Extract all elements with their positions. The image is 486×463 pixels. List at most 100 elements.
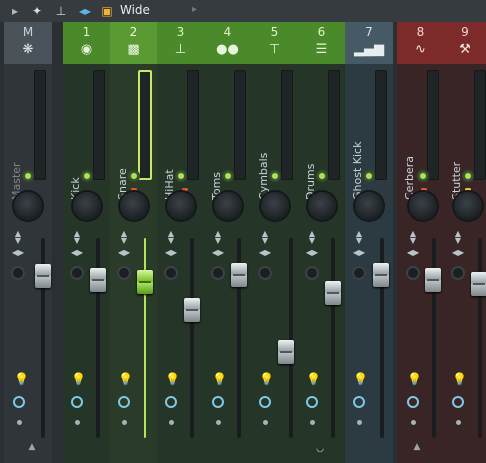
stereo-knob[interactable] [211,266,225,280]
left-right-arrows-icon[interactable]: ◀▶ [163,248,179,257]
enable-led[interactable] [363,170,375,182]
up-down-arrows-icon[interactable]: ▲ ▼ [259,230,271,245]
stereo-knob[interactable] [117,266,131,280]
clock-icon[interactable] [452,396,464,408]
volume-fader[interactable] [231,263,247,287]
up-down-arrows-icon[interactable]: ▲ ▼ [306,230,318,245]
clock-icon[interactable] [407,396,419,408]
stereo-knob[interactable] [352,266,366,280]
mixer-strip-cymbals[interactable]: 5 ⊤ Cymbals ▲ ▼ ◀▶ 💡 [251,22,298,463]
up-down-arrows-icon[interactable]: ▲ ▼ [71,230,83,245]
up-down-arrows-icon[interactable]: ▲ ▼ [407,230,419,245]
enable-led[interactable] [316,170,328,182]
volume-fader[interactable] [137,270,153,294]
clock-icon[interactable] [306,396,318,408]
left-right-arrows-icon[interactable]: ◀▶ [10,248,26,257]
lamp-icon[interactable]: 💡 [306,372,321,386]
lamp-icon[interactable]: 💡 [407,372,422,386]
up-down-arrows-icon[interactable]: ▲ ▼ [165,230,177,245]
caret-up-icon[interactable]: ▲ [411,442,423,452]
volume-fader[interactable] [325,281,341,305]
route-dot[interactable] [357,420,362,425]
layout-mode-label[interactable]: Wide [120,3,150,17]
lamp-icon[interactable]: 💡 [165,372,180,386]
route-arc-icon[interactable]: ◡ [314,444,326,454]
pan-knob[interactable] [73,192,101,220]
pan-knob[interactable] [454,192,482,220]
left-right-arrows-icon[interactable]: ◀▶ [304,248,320,257]
stereo-knob[interactable] [305,266,319,280]
route-dot[interactable] [411,420,416,425]
mirror-icon[interactable]: ◂▸ [76,2,94,20]
route-dot[interactable] [456,420,461,425]
mixer-strip-kick[interactable]: 1 ◉ Kick ▲ ▼ ◀▶ 💡 [63,22,110,463]
volume-fader[interactable] [35,264,51,288]
up-down-arrows-icon[interactable]: ▲ ▼ [118,230,130,245]
pan-knob[interactable] [308,192,336,220]
pan-knob[interactable] [409,192,437,220]
up-down-arrows-icon[interactable]: ▲ ▼ [12,230,24,245]
enable-led[interactable] [175,170,187,182]
up-down-arrows-icon[interactable]: ▲ ▼ [353,230,365,245]
volume-fader[interactable] [425,268,441,292]
lamp-icon[interactable]: 💡 [212,372,227,386]
pan-knob[interactable] [14,192,42,220]
volume-fader[interactable] [278,340,294,364]
enable-led[interactable] [128,170,140,182]
bird-icon[interactable]: ✦ [28,2,46,20]
route-dot[interactable] [263,420,268,425]
left-right-arrows-icon[interactable]: ◀▶ [116,248,132,257]
enable-led[interactable] [462,170,474,182]
lamp-icon[interactable]: 💡 [14,372,29,386]
route-dot[interactable] [216,420,221,425]
mixer-strip-toms[interactable]: 4 ●● Toms ▲ ▼ ◀▶ 💡 [204,22,251,463]
lamp-icon[interactable]: 💡 [259,372,274,386]
route-dot[interactable] [169,420,174,425]
clock-icon[interactable] [259,396,271,408]
lamp-icon[interactable]: 💡 [452,372,467,386]
window-icon[interactable]: ▣ [98,2,116,20]
stereo-knob[interactable] [406,266,420,280]
stereo-knob[interactable] [451,266,465,280]
lamp-icon[interactable]: 💡 [118,372,133,386]
stereo-knob[interactable] [70,266,84,280]
volume-fader[interactable] [184,298,200,322]
lamp-icon[interactable]: 💡 [353,372,368,386]
left-right-arrows-icon[interactable]: ◀▶ [69,248,85,257]
lamp-icon[interactable]: 💡 [71,372,86,386]
stereo-knob[interactable] [258,266,272,280]
pan-knob[interactable] [167,192,195,220]
left-right-arrows-icon[interactable]: ◀▶ [351,248,367,257]
left-right-arrows-icon[interactable]: ◀▶ [405,248,421,257]
enable-led[interactable] [269,170,281,182]
volume-fader[interactable] [90,268,106,292]
pan-knob[interactable] [120,192,148,220]
left-right-arrows-icon[interactable]: ◀▶ [257,248,273,257]
up-down-arrows-icon[interactable]: ▲ ▼ [212,230,224,245]
left-right-arrows-icon[interactable]: ◀▶ [210,248,226,257]
pan-knob[interactable] [214,192,242,220]
enable-led[interactable] [222,170,234,182]
clock-icon[interactable] [118,396,130,408]
pan-knob[interactable] [261,192,289,220]
caret-up-icon[interactable]: ▲ [26,442,38,452]
up-down-arrows-icon[interactable]: ▲ ▼ [452,230,464,245]
volume-fader[interactable] [471,272,486,296]
pan-knob[interactable] [355,192,383,220]
enable-led[interactable] [81,170,93,182]
mixer-strip-stutter[interactable]: 9 ⚒ Stutter ▲ ▼ ◀▶ 💡 [444,22,486,463]
clock-icon[interactable] [212,396,224,408]
route-dot[interactable] [310,420,315,425]
route-dot[interactable] [122,420,127,425]
mixer-strip-snare[interactable]: 2 ▩ Snare ▲ ▼ ◀▶ 💡 [110,22,157,463]
clock-icon[interactable] [165,396,177,408]
mixer-strip-cerbera[interactable]: 8 ∿ Cerbera ▲ ▼ ◀▶ 💡 ▲ [397,22,444,463]
stereo-knob[interactable] [164,266,178,280]
volume-fader[interactable] [373,263,389,287]
mixer-strip-hihat[interactable]: 3 ⊥ HiHat ▲ ▼ ◀▶ 💡 [157,22,204,463]
left-right-arrows-icon[interactable]: ◀▶ [450,248,466,257]
route-dot[interactable] [75,420,80,425]
route-dot[interactable] [17,420,22,425]
play-arrow-icon[interactable]: ▸ [6,2,24,20]
mixer-strip-drums[interactable]: 6 ☰ Drums ▲ ▼ ◀▶ 💡 ◡ [298,22,345,463]
